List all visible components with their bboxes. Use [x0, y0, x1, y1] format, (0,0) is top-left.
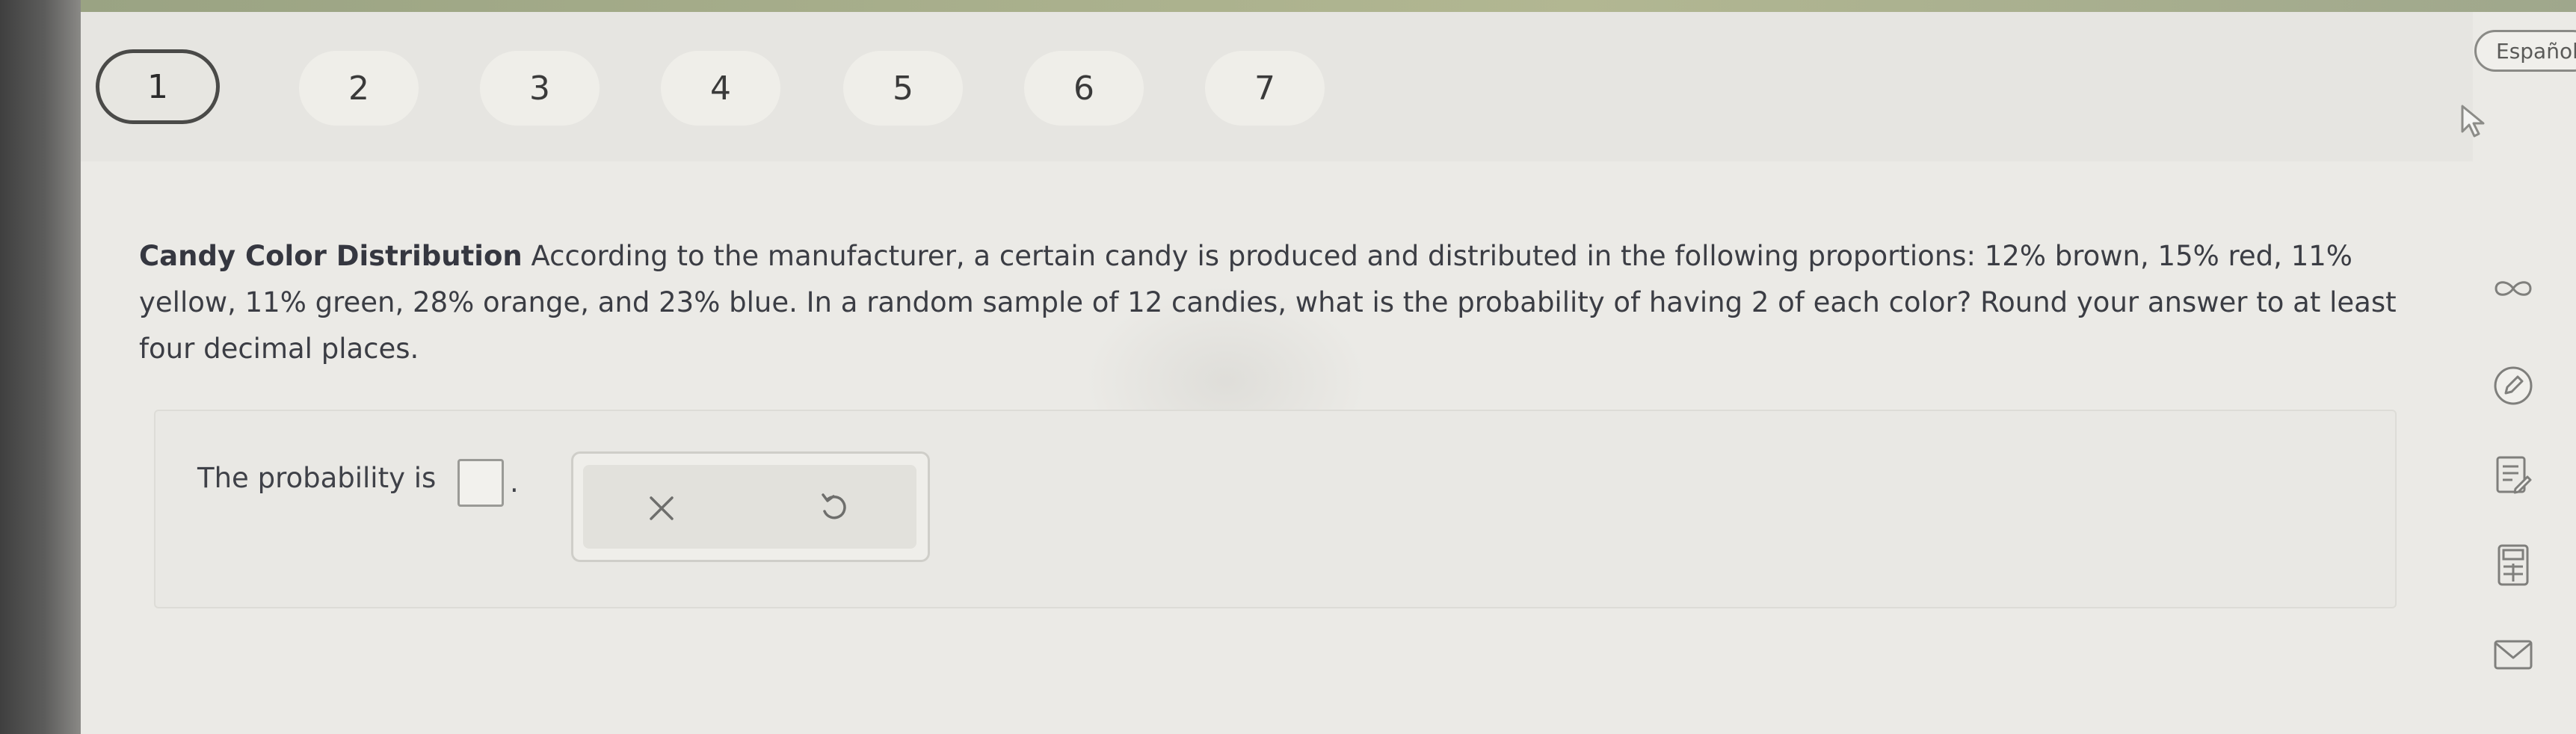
infinity-icon[interactable] — [2486, 262, 2540, 315]
step-6-button[interactable]: 6 — [1024, 51, 1144, 126]
screen: 1 2 3 4 5 6 7 Español Candy Color Distri… — [0, 0, 2576, 734]
step-4-button[interactable]: 4 — [661, 51, 780, 126]
question-title: Candy Color Distribution — [139, 240, 523, 272]
step-1-button[interactable]: 1 — [96, 49, 220, 124]
language-button[interactable]: Español — [2474, 30, 2576, 72]
question-text: Candy Color Distribution According to th… — [139, 233, 2426, 372]
undo-button[interactable] — [800, 478, 867, 538]
top-bezel — [81, 0, 2576, 12]
step-3-button[interactable]: 3 — [480, 51, 600, 126]
step-5-button[interactable]: 5 — [843, 51, 963, 126]
step-7-button[interactable]: 7 — [1205, 51, 1325, 126]
step-2-button[interactable]: 2 — [299, 51, 419, 126]
answer-period: . — [510, 466, 519, 499]
left-bezel — [0, 0, 81, 734]
undo-icon — [822, 493, 846, 519]
clear-button[interactable] — [628, 478, 695, 538]
mail-icon[interactable] — [2486, 628, 2540, 682]
cursor-icon — [2459, 103, 2489, 142]
notes-icon[interactable] — [2486, 448, 2540, 502]
answer-panel — [154, 410, 2397, 608]
calculator-icon[interactable] — [2486, 538, 2540, 592]
close-icon — [650, 496, 674, 520]
probability-input[interactable] — [457, 459, 504, 507]
pencil-circle-icon[interactable] — [2486, 359, 2540, 413]
answer-label: The probability is — [197, 462, 437, 494]
